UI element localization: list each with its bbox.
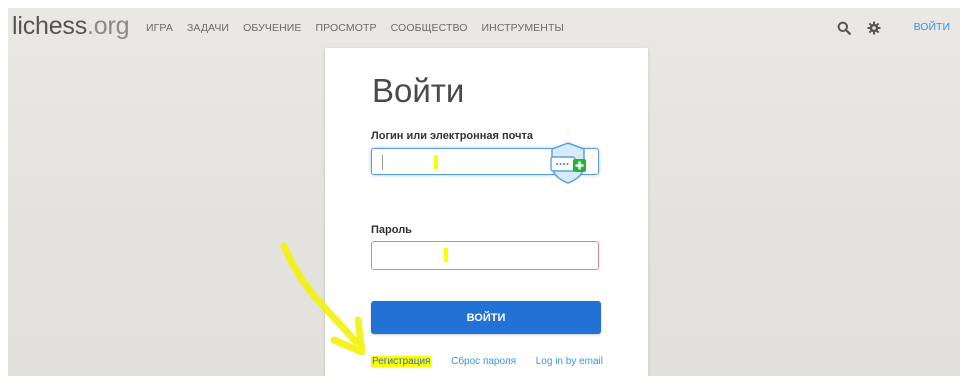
nav-item-puzzles[interactable]: ЗАДАЧИ — [187, 22, 229, 34]
highlight-mark — [444, 248, 448, 262]
nav-item-play[interactable]: ИГРА — [146, 22, 173, 34]
logo-tld: .org — [87, 12, 130, 40]
nav-item-learn[interactable]: ОБУЧЕНИЕ — [243, 22, 301, 34]
password-input[interactable] — [371, 241, 599, 270]
reset-password-link[interactable]: Сброс пароля — [451, 356, 516, 367]
username-input[interactable] — [371, 142, 599, 184]
email-login-link[interactable]: Log in by email — [536, 356, 603, 367]
nav-item-community[interactable]: СООБЩЕСТВО — [391, 22, 468, 34]
main-nav: ИГРА ЗАДАЧИ ОБУЧЕНИЕ ПРОСМОТР СООБЩЕСТВО… — [146, 22, 578, 34]
search-icon[interactable] — [836, 20, 852, 36]
site-logo[interactable]: lichess.org — [12, 12, 130, 41]
register-link[interactable]: Регистрация — [371, 356, 432, 367]
password-manager-icon[interactable] — [548, 141, 588, 185]
nav-item-tools[interactable]: ИНСТРУМЕНТЫ — [482, 22, 564, 34]
nav-item-watch[interactable]: ПРОСМОТР — [316, 22, 377, 34]
highlight-mark — [434, 155, 438, 169]
text-caret — [382, 155, 383, 170]
page-title: Войти — [372, 72, 465, 109]
logo-main: lichess — [12, 12, 88, 40]
form-footer-links: Регистрация Сброс пароля Log in by email — [371, 356, 603, 367]
password-label: Пароль — [371, 224, 412, 236]
page: lichess.org ИГРА ЗАДАЧИ ОБУЧЕНИЕ ПРОСМОТ… — [0, 0, 960, 376]
site-header: lichess.org ИГРА ЗАДАЧИ ОБУЧЕНИЕ ПРОСМОТ… — [8, 8, 960, 52]
header-icons — [836, 20, 882, 36]
gear-icon[interactable] — [866, 20, 882, 36]
header-login-link[interactable]: ВОЙТИ — [914, 21, 950, 33]
login-card: Войти Логин или электронная почта Пароль… — [325, 48, 648, 376]
username-label: Логин или электронная почта — [371, 130, 534, 142]
login-button[interactable]: ВОЙТИ — [371, 301, 601, 334]
